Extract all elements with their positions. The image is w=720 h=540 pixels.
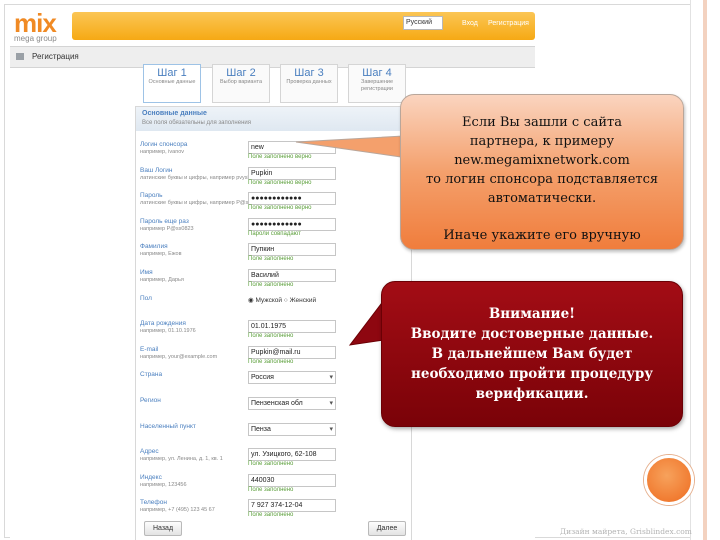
warning-callout-pointer xyxy=(348,298,385,346)
warning-line: Вводите достоверные данные. xyxy=(410,326,654,342)
info-line: new.megamixnetwork.com xyxy=(454,153,630,168)
info-line: Если Вы зашли с сайта xyxy=(462,115,622,130)
info-line: партнера, к примеру xyxy=(469,134,615,149)
callout-pointers xyxy=(295,134,423,346)
warning-callout: Внимание! Вводите достоверные данные. В … xyxy=(381,281,683,427)
info-callout: Если Вы зашли с сайта партнера, к пример… xyxy=(400,94,684,250)
info-extra: Иначе укажите его вручную xyxy=(443,228,641,243)
warning-line: В дальнейшем Вам будет xyxy=(431,346,633,362)
decorative-circle xyxy=(644,455,694,505)
info-line: то логин спонсора подставляется xyxy=(425,172,659,187)
warning-line: необходимо пройти процедуру xyxy=(411,366,653,382)
warning-line: верификации. xyxy=(475,386,589,402)
info-line: автоматически. xyxy=(487,191,597,206)
warning-line: Внимание! xyxy=(488,306,576,322)
footer-credit: Дизайн майрета, Grisblindex.com xyxy=(560,527,692,536)
